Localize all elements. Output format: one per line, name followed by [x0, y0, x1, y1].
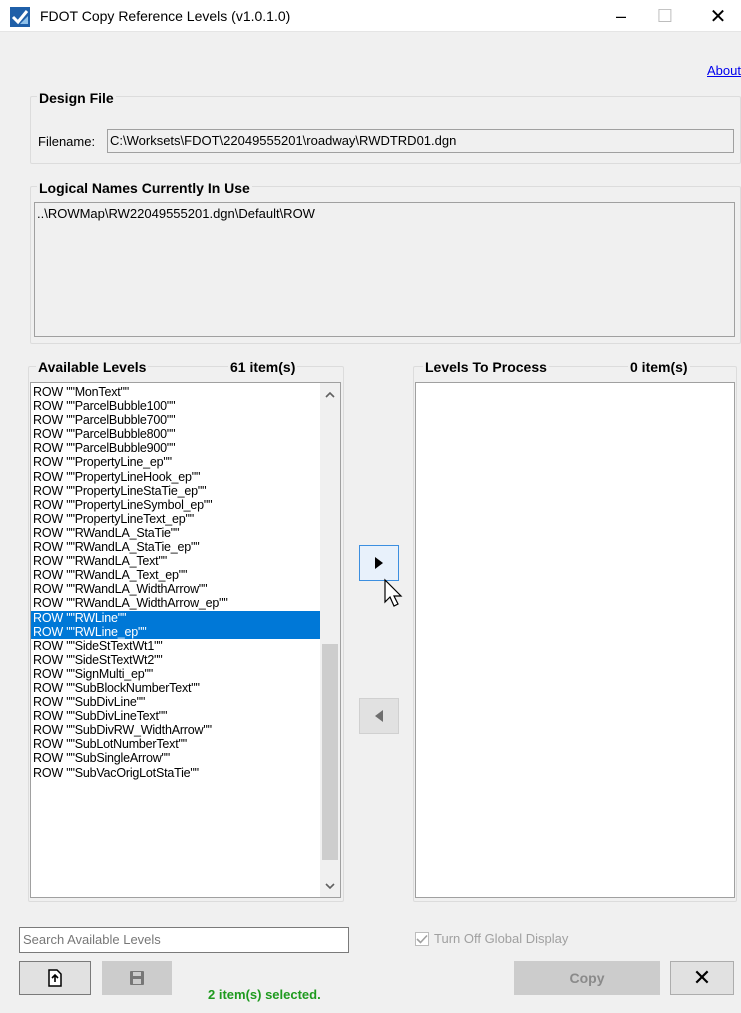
- available-levels-count: 61 item(s): [228, 359, 298, 375]
- filename-field[interactable]: C:\Worksets\FDOT\22049555201\roadway\RWD…: [107, 129, 734, 153]
- maximize-button[interactable]: ☐: [642, 0, 688, 32]
- level-list-item[interactable]: ROW ""PropertyLineSymbol_ep"": [31, 498, 320, 512]
- level-list-item[interactable]: ROW ""RWLine_ep"": [31, 624, 320, 639]
- arrow-right-icon: [375, 557, 383, 569]
- level-list-item[interactable]: ROW ""SignMulti_ep"": [31, 667, 320, 681]
- level-list-item[interactable]: ROW ""ParcelBubble100"": [31, 399, 320, 413]
- level-list-item[interactable]: ROW ""SubDivLineText"": [31, 709, 320, 723]
- close-button[interactable]: ✕: [670, 961, 734, 995]
- level-list-item[interactable]: ROW ""RWandLA_WidthArrow"": [31, 582, 320, 596]
- search-levels-input[interactable]: Search Available Levels: [19, 927, 349, 953]
- logical-names-legend: Logical Names Currently In Use: [37, 180, 252, 196]
- window-title: FDOT Copy Reference Levels (v1.0.1.0): [40, 8, 291, 24]
- level-list-item[interactable]: ROW ""SubDivLine"": [31, 695, 320, 709]
- level-list-item[interactable]: ROW ""MonText"": [31, 385, 320, 399]
- level-list-item[interactable]: ROW ""PropertyLineStaTie_ep"": [31, 484, 320, 498]
- close-window-button[interactable]: ✕: [695, 0, 741, 32]
- save-icon: [130, 971, 144, 985]
- level-list-item[interactable]: ROW ""RWandLA_StaTie"": [31, 526, 320, 540]
- level-list-item[interactable]: ROW ""RWandLA_WidthArrow_ep"": [31, 596, 320, 610]
- level-list-item[interactable]: ROW ""ParcelBubble900"": [31, 441, 320, 455]
- about-link[interactable]: About: [707, 63, 741, 78]
- level-list-item[interactable]: ROW ""RWandLA_Text"": [31, 554, 320, 568]
- level-list-item[interactable]: ROW ""PropertyLineHook_ep"": [31, 470, 320, 484]
- turn-off-global-display-checkbox[interactable]: [415, 932, 429, 946]
- import-button[interactable]: [19, 961, 91, 995]
- level-list-item[interactable]: ROW ""SubBlockNumberText"": [31, 681, 320, 695]
- copy-button[interactable]: Copy: [514, 961, 660, 995]
- app-icon: [10, 7, 30, 27]
- level-list-item[interactable]: ROW ""SideStTextWt2"": [31, 653, 320, 667]
- level-list-item[interactable]: ROW ""ParcelBubble700"": [31, 413, 320, 427]
- logical-names-textbox[interactable]: ..\ROWMap\RW22049555201.dgn\Default\ROW: [34, 202, 735, 337]
- levels-to-process-header: Levels To Process: [423, 359, 549, 375]
- scroll-thumb[interactable]: [322, 644, 338, 860]
- level-list-item[interactable]: ROW ""RWandLA_Text_ep"": [31, 568, 320, 582]
- add-levels-button[interactable]: [359, 545, 399, 581]
- level-list-item[interactable]: ROW ""ParcelBubble800"": [31, 427, 320, 441]
- level-list-item[interactable]: ROW ""PropertyLineText_ep"": [31, 512, 320, 526]
- level-list-item[interactable]: ROW ""SideStTextWt1"": [31, 639, 320, 653]
- level-list-item[interactable]: ROW ""PropertyLine_ep"": [31, 455, 320, 469]
- mouse-pointer-icon: [384, 578, 403, 607]
- level-list-item[interactable]: ROW ""SubVacOrigLotStaTie"": [31, 766, 320, 780]
- turn-off-global-display-label: Turn Off Global Display: [434, 931, 569, 946]
- level-list-item[interactable]: ROW ""SubLotNumberText"": [31, 737, 320, 751]
- level-list-item[interactable]: ROW ""SubDivRW_WidthArrow"": [31, 723, 320, 737]
- available-levels-list[interactable]: ROW ""MonText"" ROW ""ParcelBubble100"" RO…: [30, 382, 341, 898]
- design-file-legend: Design File: [37, 90, 116, 106]
- scroll-up-icon[interactable]: [320, 385, 340, 403]
- filename-label: Filename:: [38, 134, 96, 149]
- title-bar: FDOT Copy Reference Levels (v1.0.1.0) – …: [0, 0, 741, 32]
- level-list-item[interactable]: ROW ""SubSingleArrow"": [31, 751, 320, 765]
- import-file-icon: [48, 969, 62, 987]
- selection-status: 2 item(s) selected.: [208, 987, 321, 1002]
- arrow-left-icon: [375, 710, 383, 722]
- save-button[interactable]: [102, 961, 172, 995]
- available-levels-items: ROW ""MonText"" ROW ""ParcelBubble100"" RO…: [31, 385, 320, 780]
- levels-to-process-list[interactable]: [415, 382, 735, 898]
- available-levels-header: Available Levels: [36, 359, 149, 375]
- scroll-down-icon[interactable]: [320, 877, 340, 895]
- levels-to-process-count: 0 item(s): [628, 359, 690, 375]
- minimize-button[interactable]: –: [598, 0, 644, 32]
- remove-levels-button[interactable]: [359, 698, 399, 734]
- level-list-item[interactable]: ROW ""RWLine"": [31, 610, 320, 625]
- checkmark-icon: [416, 934, 428, 944]
- level-list-item[interactable]: ROW ""RWandLA_StaTie_ep"": [31, 540, 320, 554]
- available-levels-scrollbar[interactable]: [320, 383, 340, 897]
